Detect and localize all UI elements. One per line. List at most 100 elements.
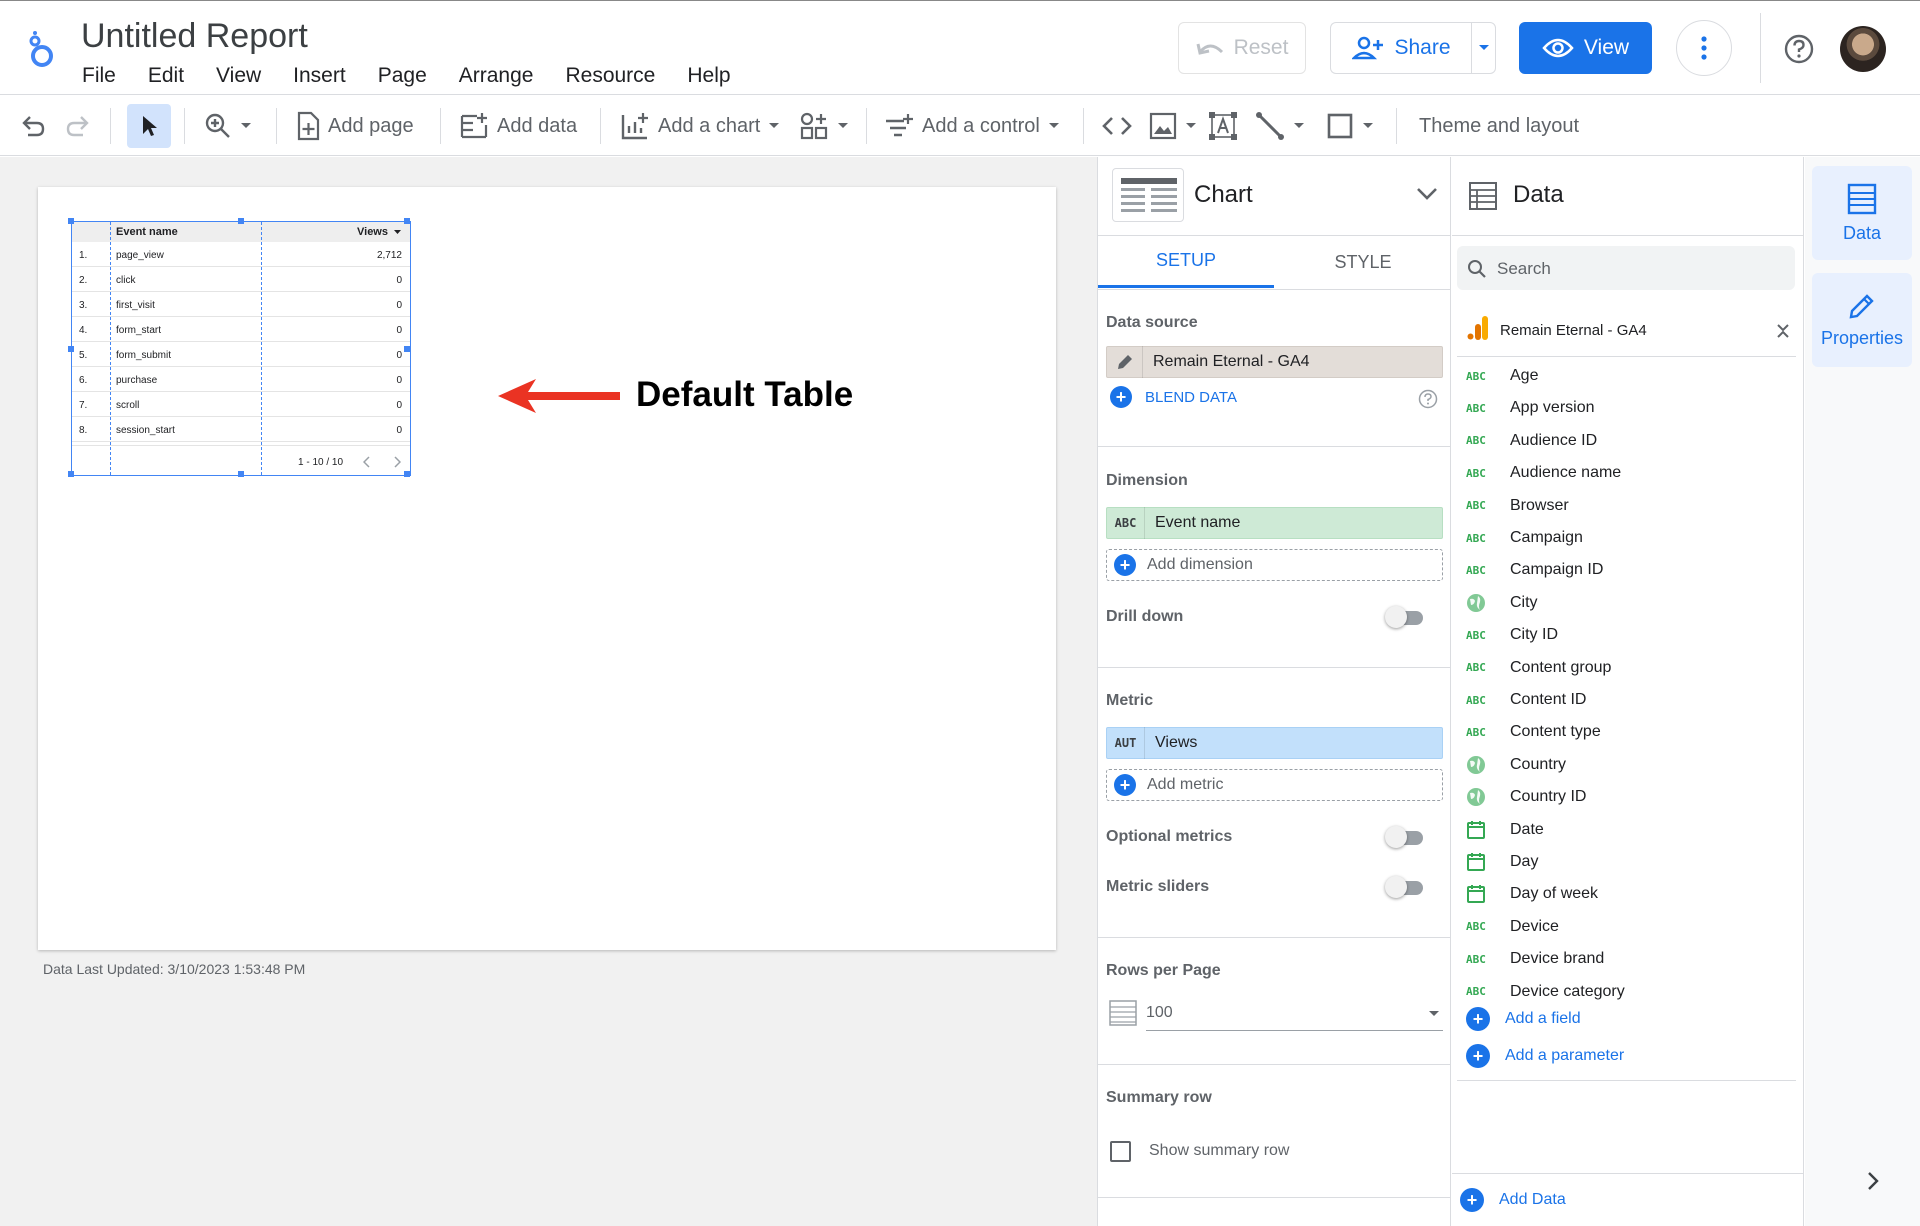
next-page-icon[interactable]	[393, 456, 401, 468]
dimension-column-header[interactable]: Event name	[116, 226, 178, 238]
data-field-name: Content group	[1510, 658, 1612, 676]
share-button[interactable]: Share	[1330, 22, 1472, 74]
add-chart-button[interactable]: Add a chart	[620, 96, 780, 156]
drill-down-toggle[interactable]	[1385, 606, 1423, 628]
menu-resource[interactable]: Resource	[565, 64, 655, 88]
data-field-item[interactable]: ABC Content group	[1466, 652, 1611, 684]
menu-page[interactable]: Page	[378, 64, 427, 88]
menu-insert[interactable]: Insert	[293, 64, 346, 88]
data-field-item[interactable]: ABC Campaign ID	[1466, 554, 1603, 586]
resize-handle[interactable]	[404, 218, 410, 224]
add-component-button[interactable]	[799, 96, 849, 156]
blend-data-button[interactable]: + BLEND DATA	[1110, 386, 1237, 408]
data-field-name: Date	[1510, 820, 1544, 838]
collapse-icon[interactable]	[1776, 323, 1790, 339]
view-button[interactable]: View	[1519, 22, 1652, 74]
prev-page-icon[interactable]	[363, 456, 371, 468]
data-field-item[interactable]: ABC Device brand	[1466, 943, 1604, 975]
redo-icon[interactable]	[65, 96, 91, 156]
canvas-area[interactable]: Event name Views 1. page_view 2,712 2. clic…	[0, 157, 1097, 1226]
data-field-item[interactable]: ABC Age	[1466, 360, 1538, 392]
add-data-button[interactable]: + Add Data	[1460, 1188, 1566, 1212]
data-source-chip[interactable]: Remain Eternal - GA4	[1106, 346, 1443, 378]
data-field-item[interactable]: ABC Content type	[1466, 716, 1601, 748]
data-field-item[interactable]: ABC Audience name	[1466, 457, 1621, 489]
share-dropdown-button[interactable]	[1471, 22, 1496, 74]
add-control-button[interactable]: Add a control	[884, 96, 1060, 156]
line-button[interactable]	[1255, 96, 1305, 156]
menu-file[interactable]: File	[82, 64, 116, 88]
add-data-button[interactable]: Add data	[459, 96, 577, 156]
text-type-icon: ABC	[1466, 693, 1486, 707]
data-field-name: Device brand	[1510, 950, 1605, 968]
data-field-item[interactable]: ABC Audience ID	[1466, 425, 1597, 457]
report-title[interactable]: Untitled Report	[81, 17, 308, 56]
data-field-item[interactable]: ABC City ID	[1466, 619, 1558, 651]
data-field-item[interactable]: Country	[1466, 749, 1566, 781]
menu-help[interactable]: Help	[687, 64, 730, 88]
pencil-icon[interactable]	[1107, 346, 1143, 378]
rows-per-page-select[interactable]: 100	[1146, 995, 1443, 1031]
embed-code-icon[interactable]	[1102, 96, 1132, 156]
shape-button[interactable]	[1326, 96, 1374, 156]
data-field-item[interactable]: ABC Campaign	[1466, 522, 1583, 554]
add-field-button[interactable]: + Add a field	[1466, 1007, 1581, 1031]
metric-sliders-toggle[interactable]	[1385, 876, 1423, 898]
help-icon[interactable]	[1784, 34, 1814, 64]
data-field-item[interactable]: ABC Browser	[1466, 490, 1569, 522]
sort-descending-icon[interactable]	[394, 230, 401, 235]
header-divider	[1760, 13, 1761, 83]
select-pointer-icon[interactable]	[127, 104, 171, 148]
theme-and-layout-button[interactable]: Theme and layout	[1419, 96, 1579, 156]
resize-handle[interactable]	[404, 471, 410, 477]
data-field-item[interactable]: ABC Device category	[1466, 976, 1625, 1008]
field-search-input[interactable]: Search	[1457, 246, 1795, 290]
menu-arrange[interactable]: Arrange	[459, 64, 534, 88]
data-field-item[interactable]: ABC App version	[1466, 392, 1595, 424]
optional-metrics-toggle[interactable]	[1385, 826, 1423, 848]
chevron-right-icon[interactable]	[1867, 1171, 1879, 1191]
add-dimension-button[interactable]: + Add dimension	[1106, 549, 1443, 581]
dimension-chip-event-name[interactable]: ABC Event name	[1106, 507, 1443, 539]
metric-chip-views[interactable]: AUT Views	[1106, 727, 1443, 759]
tab-setup[interactable]: SETUP	[1098, 236, 1274, 288]
resize-handle[interactable]	[68, 346, 74, 352]
rail-data-button[interactable]: Data	[1812, 166, 1912, 260]
image-button[interactable]	[1149, 96, 1197, 156]
user-avatar[interactable]	[1840, 26, 1886, 72]
tab-style[interactable]: STYLE	[1274, 236, 1452, 288]
chevron-down-icon[interactable]	[1416, 187, 1438, 201]
rail-properties-button[interactable]: Properties	[1812, 273, 1912, 367]
data-field-item[interactable]: Day	[1466, 846, 1538, 878]
summary-row-checkbox[interactable]	[1110, 1141, 1131, 1162]
data-field-item[interactable]: Date	[1466, 814, 1544, 846]
metric-column-header[interactable]: Views	[357, 226, 388, 238]
resize-handle[interactable]	[68, 218, 74, 224]
more-options-button[interactable]	[1676, 20, 1732, 76]
add-page-button[interactable]: Add page	[296, 96, 414, 156]
resize-handle[interactable]	[404, 346, 410, 352]
add-circle-icon: +	[1114, 774, 1136, 796]
data-field-item[interactable]: Day of week	[1466, 878, 1598, 910]
menu-edit[interactable]: Edit	[148, 64, 184, 88]
summary-row-label: Summary row	[1106, 1089, 1212, 1106]
default-table-chart[interactable]: Event name Views 1. page_view 2,712 2. clic…	[68, 218, 411, 477]
looker-studio-logo-icon[interactable]	[24, 29, 58, 69]
report-page[interactable]: Event name Views 1. page_view 2,712 2. clic…	[38, 187, 1056, 950]
undo-icon[interactable]	[20, 96, 46, 156]
reset-button[interactable]: Reset	[1178, 22, 1306, 74]
menu-view[interactable]: View	[216, 64, 261, 88]
resize-handle[interactable]	[68, 471, 74, 477]
data-field-item[interactable]: City	[1466, 587, 1538, 619]
data-field-item[interactable]: ABC Device	[1466, 911, 1559, 943]
resize-handle[interactable]	[238, 471, 244, 477]
text-box-icon[interactable]	[1208, 96, 1238, 156]
add-metric-button[interactable]: + Add metric	[1106, 769, 1443, 801]
resize-handle[interactable]	[238, 218, 244, 224]
help-icon[interactable]	[1418, 389, 1438, 409]
add-parameter-button[interactable]: + Add a parameter	[1466, 1044, 1624, 1068]
data-field-item[interactable]: Country ID	[1466, 781, 1586, 813]
data-field-item[interactable]: ABC Content ID	[1466, 684, 1586, 716]
zoom-button[interactable]	[204, 96, 252, 156]
table-chart-type-icon[interactable]	[1112, 168, 1184, 222]
